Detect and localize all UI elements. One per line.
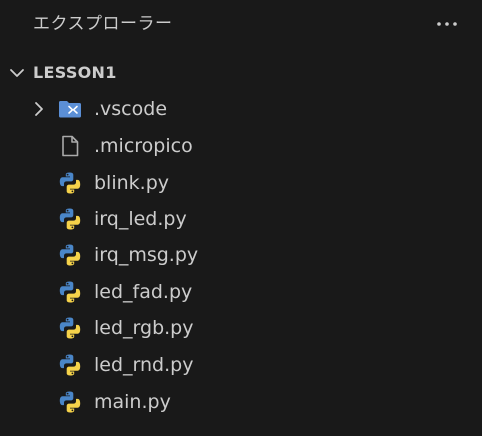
- explorer-panel: エクスプローラー LESSON1 .vscode .micropico blin…: [0, 0, 482, 436]
- explorer-title: エクスプローラー: [33, 14, 173, 34]
- tree-item-micropico[interactable]: .micropico: [0, 128, 482, 164]
- tree-item-irq-led-py[interactable]: irq_led.py: [0, 201, 482, 237]
- tree-item-led-fad-py[interactable]: led_fad.py: [0, 274, 482, 310]
- tree-item-blink-py[interactable]: blink.py: [0, 165, 482, 201]
- tree-item-vscode[interactable]: .vscode: [0, 91, 482, 127]
- chevron-right-icon: [35, 102, 43, 116]
- tree-item-label: main.py: [94, 391, 171, 413]
- tree-item-led-rgb-py[interactable]: led_rgb.py: [0, 310, 482, 346]
- tree-item-label: blink.py: [94, 172, 170, 194]
- explorer-header: エクスプローラー: [0, 0, 482, 48]
- tree-item-label: led_rgb.py: [94, 317, 194, 339]
- ellipsis-icon: [437, 22, 457, 26]
- workspace-folder-lesson1[interactable]: LESSON1: [0, 56, 482, 90]
- tree-item-main-py[interactable]: main.py: [0, 384, 482, 420]
- tree-item-label: irq_msg.py: [94, 244, 199, 266]
- python-icon: [59, 244, 81, 266]
- file-icon: [62, 135, 79, 157]
- chevron-down-icon: [10, 69, 24, 77]
- python-icon: [59, 391, 81, 413]
- more-actions-button[interactable]: [432, 12, 462, 36]
- tree-item-label: led_rnd.py: [94, 354, 194, 376]
- workspace-folder-label: LESSON1: [33, 63, 117, 82]
- python-icon: [59, 172, 81, 194]
- tree-item-label: led_fad.py: [94, 281, 193, 303]
- tree-item-label: .vscode: [94, 98, 168, 120]
- tree-item-irq-msg-py[interactable]: irq_msg.py: [0, 237, 482, 273]
- python-icon: [59, 354, 81, 376]
- python-icon: [59, 208, 81, 230]
- python-icon: [59, 317, 81, 339]
- tree-item-label: .micropico: [94, 135, 193, 157]
- tree-item-label: irq_led.py: [94, 208, 187, 230]
- vscode-folder-icon: [59, 101, 81, 118]
- tree-item-led-rnd-py[interactable]: led_rnd.py: [0, 347, 482, 383]
- python-icon: [59, 281, 81, 303]
